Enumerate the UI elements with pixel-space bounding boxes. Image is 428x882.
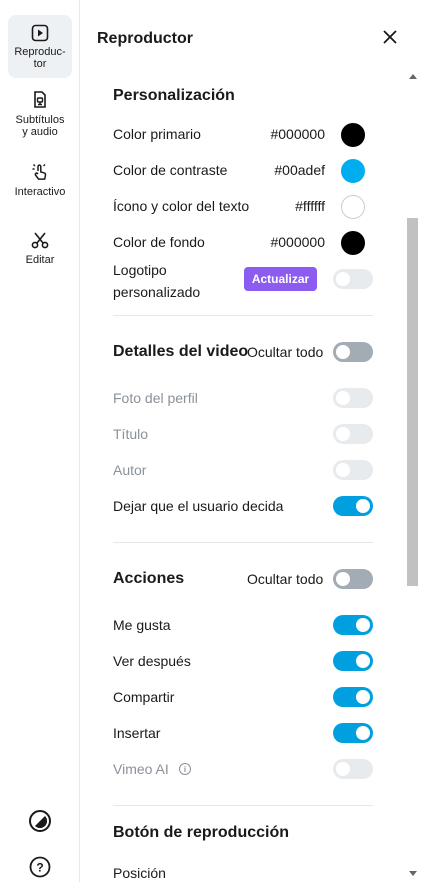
like-toggle[interactable] <box>333 615 373 635</box>
rail-item-subtitles[interactable]: Subtítulos y audio <box>8 88 72 144</box>
hide-all-details-toggle[interactable] <box>333 342 373 362</box>
hide-all-label: Ocultar todo <box>247 571 324 587</box>
vimeo-ai-toggle[interactable] <box>333 759 373 779</box>
rail-item-label: Subtítulos y audio <box>15 114 65 138</box>
author-toggle[interactable] <box>333 460 373 480</box>
panel-header: Reproductor <box>81 0 428 72</box>
color-swatch-contrast[interactable] <box>341 159 365 183</box>
panel-title: Reproductor <box>97 30 193 47</box>
position-label: Posición <box>113 865 166 881</box>
action-row-label: Compartir <box>113 689 175 705</box>
player-settings-panel: Reproductor Personalización Color primar… <box>81 0 428 882</box>
divider <box>113 542 373 543</box>
hide-all-label: Ocultar todo <box>247 344 324 360</box>
hide-all-actions-toggle[interactable] <box>333 569 373 589</box>
side-rail: Reproduc- tor Subtítulos y audio Interac… <box>0 0 80 882</box>
update-logo-button[interactable]: Actualizar <box>244 267 317 291</box>
action-row-label: Insertar <box>113 725 161 741</box>
action-row-label: Ver después <box>113 653 191 669</box>
watch-later-toggle[interactable] <box>333 651 373 671</box>
rail-item-label: Interactivo <box>14 186 66 198</box>
scissors-icon <box>30 230 50 250</box>
color-hex-value[interactable]: #ffffff <box>263 198 325 214</box>
info-icon[interactable]: i <box>179 763 191 775</box>
title-toggle[interactable] <box>333 424 373 444</box>
scroll-down-arrow-icon[interactable] <box>409 871 417 876</box>
detail-row-label: Foto del perfil <box>113 390 198 406</box>
action-row-label: Me gusta <box>113 617 171 633</box>
share-toggle[interactable] <box>333 687 373 707</box>
color-row-label: Color primario <box>113 126 201 142</box>
theme-contrast-icon[interactable] <box>24 805 56 837</box>
section-title-actions: Acciones <box>113 570 185 587</box>
color-swatch-background[interactable] <box>341 231 365 255</box>
settings-content: Personalización Color primario #000000 C… <box>113 72 373 882</box>
user-decides-toggle[interactable] <box>333 496 373 516</box>
detail-row-label: Título <box>113 426 149 442</box>
color-hex-value[interactable]: #00adef <box>263 162 325 178</box>
logo-toggle[interactable] <box>333 269 373 289</box>
embed-toggle[interactable] <box>333 723 373 743</box>
divider <box>113 805 373 806</box>
section-title-personalization: Personalización <box>113 87 235 104</box>
color-swatch-primary[interactable] <box>341 123 365 147</box>
color-hex-value[interactable]: #000000 <box>263 234 325 250</box>
scrollbar[interactable] <box>406 72 420 882</box>
action-row-label: Vimeo AI <box>113 761 169 777</box>
rail-item-player[interactable]: Reproduc- tor <box>8 15 72 78</box>
rail-item-label: Editar <box>25 254 55 266</box>
divider <box>113 315 373 316</box>
logo-row-label: Logotipo personalizado <box>113 262 201 300</box>
color-swatch-icon-text[interactable] <box>341 195 365 219</box>
scroll-up-arrow-icon[interactable] <box>409 74 417 79</box>
color-row-label: Color de contraste <box>113 162 228 178</box>
play-square-icon <box>31 24 49 42</box>
rail-item-edit[interactable]: Editar <box>8 230 72 276</box>
profile-photo-toggle[interactable] <box>333 388 373 408</box>
color-row-label: Ícono y color del texto <box>113 198 250 214</box>
tap-hand-icon <box>30 162 50 182</box>
close-button[interactable] <box>380 29 400 49</box>
detail-row-label: Dejar que el usuario decida <box>113 498 284 514</box>
color-hex-value[interactable]: #000000 <box>263 126 325 142</box>
color-row-label: Color de fondo <box>113 234 205 250</box>
svg-text:?: ? <box>36 861 43 875</box>
section-title-play-button: Botón de reproducción <box>113 824 289 841</box>
rail-item-label: Reproduc- tor <box>14 46 66 70</box>
rail-item-interactive[interactable]: Interactivo <box>8 162 72 208</box>
close-icon <box>383 29 397 49</box>
scroll-thumb[interactable] <box>407 218 418 586</box>
subtitles-audio-icon <box>31 90 49 110</box>
help-icon[interactable]: ? <box>24 851 56 882</box>
detail-row-label: Autor <box>113 462 147 478</box>
section-title-video-details: Detalles del video <box>113 343 249 360</box>
